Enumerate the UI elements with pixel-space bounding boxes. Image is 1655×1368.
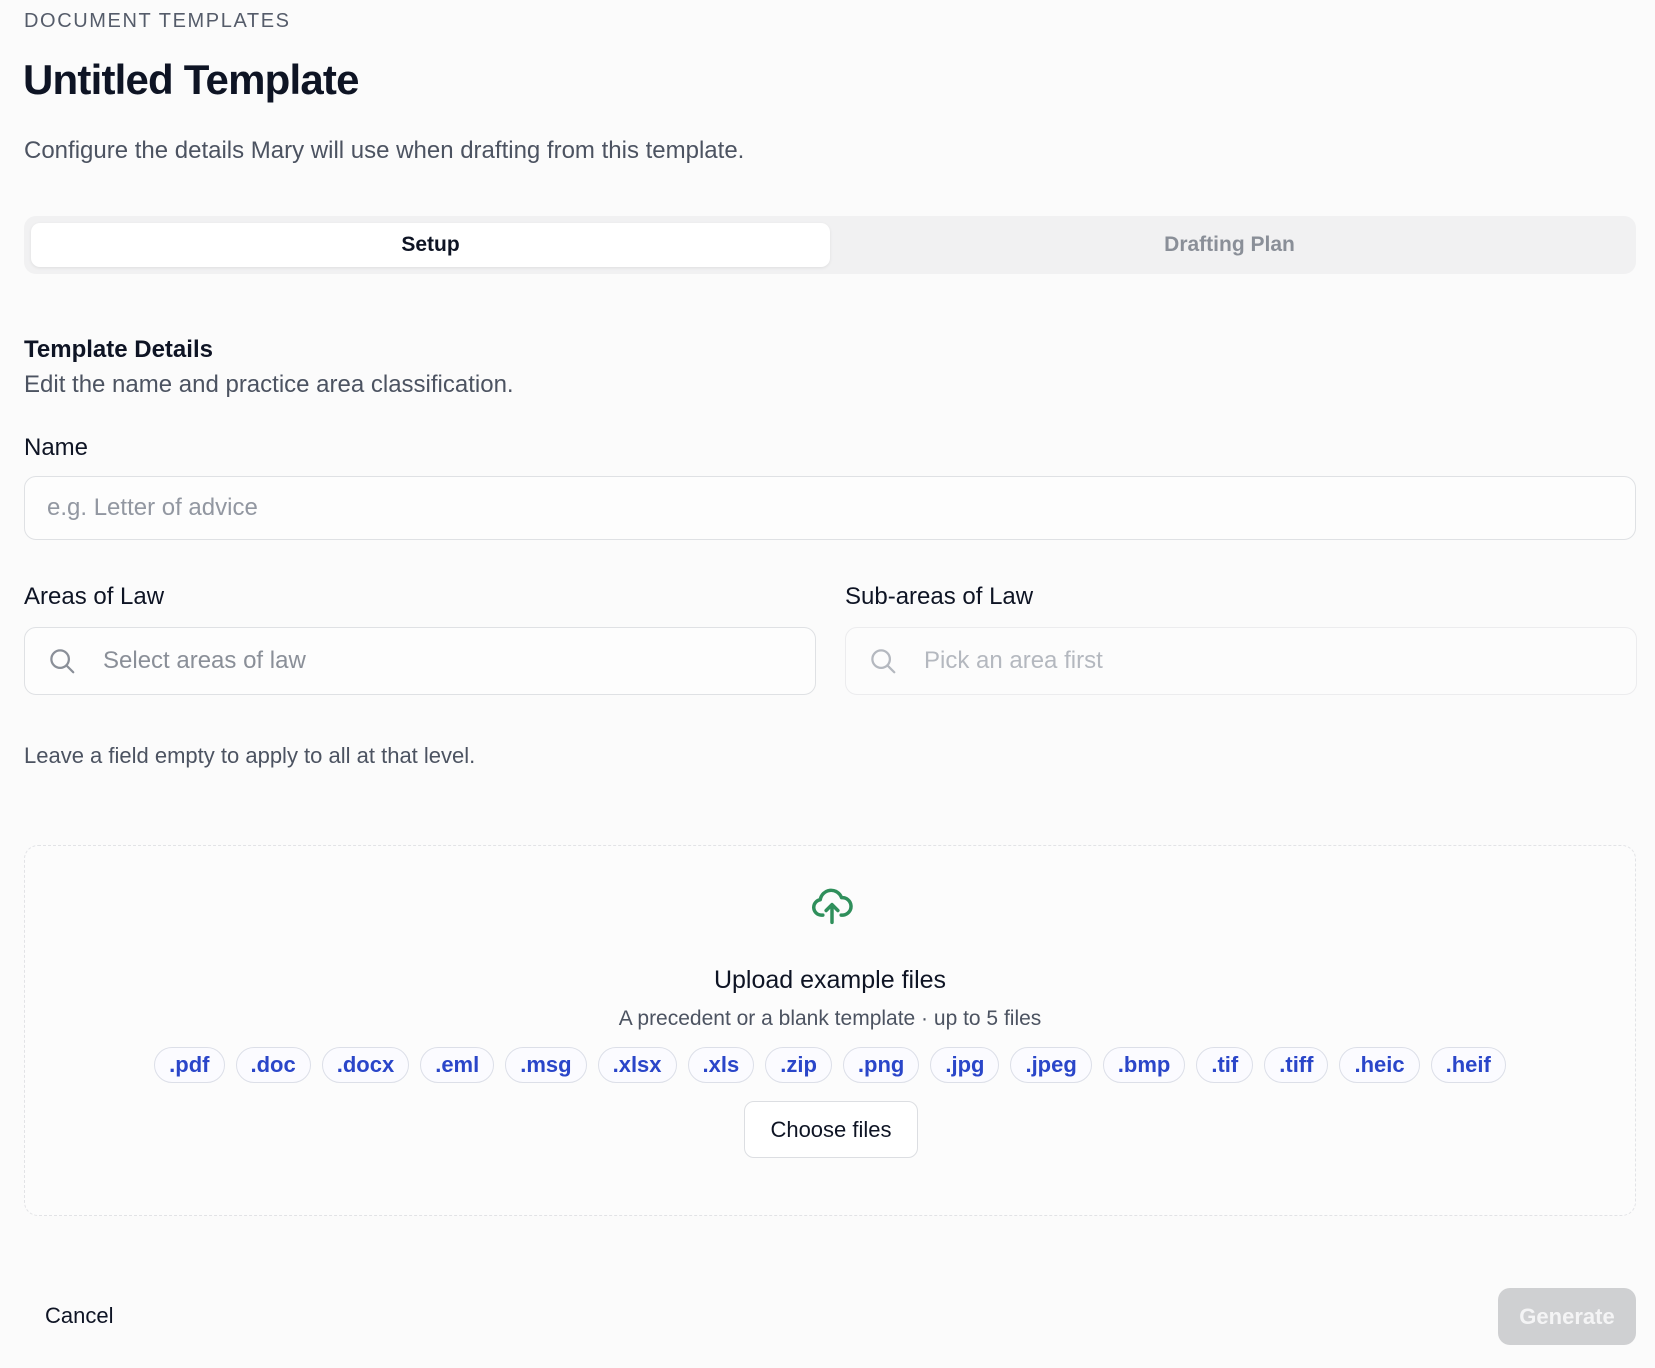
choose-files-button[interactable]: Choose files xyxy=(744,1101,918,1158)
file-type-chip: .msg xyxy=(505,1047,587,1083)
file-type-chip: .xlsx xyxy=(597,1047,677,1083)
page-subtitle: Configure the details Mary will use when… xyxy=(24,137,745,164)
file-type-chip: .xls xyxy=(687,1047,755,1083)
file-type-chip: .heif xyxy=(1430,1047,1506,1083)
field-hint: Leave a field empty to apply to all at t… xyxy=(24,743,476,768)
section-description: Edit the name and practice area classifi… xyxy=(24,371,514,398)
cloud-upload-icon xyxy=(812,888,853,925)
tab-drafting-plan[interactable]: Drafting Plan xyxy=(830,223,1629,267)
areas-of-law-select[interactable]: Select areas of law xyxy=(24,627,816,695)
file-type-chip: .jpg xyxy=(930,1047,1000,1083)
upload-subtitle: A precedent or a blank template · up to … xyxy=(618,1007,1042,1030)
section-title: Template Details xyxy=(24,336,213,363)
search-icon xyxy=(871,649,896,674)
page-title: Untitled Template xyxy=(23,56,359,103)
file-type-chip: .docx xyxy=(321,1047,410,1083)
template-editor-page: DOCUMENT TEMPLATES Untitled Template Con… xyxy=(0,0,1655,1368)
search-icon xyxy=(50,649,75,674)
tab-setup[interactable]: Setup xyxy=(31,223,830,267)
file-type-chip: .jpeg xyxy=(1010,1047,1092,1083)
areas-of-law-placeholder: Select areas of law xyxy=(103,647,306,674)
sub-areas-of-law-label: Sub-areas of Law xyxy=(845,583,1034,610)
cancel-button[interactable]: Cancel xyxy=(24,1288,134,1344)
file-type-chip: .bmp xyxy=(1102,1047,1186,1083)
file-type-chip: .eml xyxy=(420,1047,495,1083)
file-type-chip: .heic xyxy=(1339,1047,1420,1083)
sub-areas-of-law-placeholder: Pick an area first xyxy=(924,647,1103,674)
sub-areas-of-law-select: Pick an area first xyxy=(845,627,1637,695)
file-type-chip: .tiff xyxy=(1264,1047,1329,1083)
tab-bar: Setup Drafting Plan xyxy=(24,216,1636,274)
file-type-chip: .png xyxy=(842,1047,920,1083)
file-type-list: .pdf .doc .docx .eml .msg .xlsx .xls .zi… xyxy=(25,1047,1635,1083)
file-type-chip: .tif xyxy=(1196,1047,1254,1083)
name-label: Name xyxy=(24,434,89,461)
generate-button[interactable]: Generate xyxy=(1498,1288,1636,1345)
file-type-chip: .doc xyxy=(235,1047,311,1083)
file-type-chip: .pdf xyxy=(154,1047,225,1083)
areas-of-law-label: Areas of Law xyxy=(24,583,165,610)
file-type-chip: .zip xyxy=(765,1047,832,1083)
name-input[interactable] xyxy=(24,476,1636,540)
upload-dropzone[interactable]: Upload example files A precedent or a bl… xyxy=(24,845,1636,1216)
page-eyebrow: DOCUMENT TEMPLATES xyxy=(24,10,291,32)
upload-title: Upload example files xyxy=(713,966,947,994)
